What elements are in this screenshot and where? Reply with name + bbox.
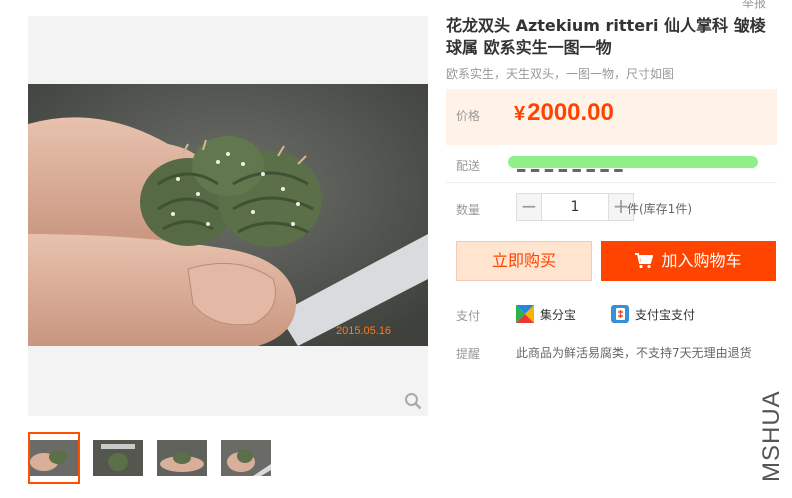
payment-label: 支付 xyxy=(456,309,481,323)
svg-text:MSHUA: MSHUA xyxy=(758,390,785,482)
report-link[interactable]: 举报 xyxy=(742,0,766,11)
jifenbao-icon xyxy=(516,305,534,323)
price-label: 价格 xyxy=(456,109,481,123)
divider xyxy=(446,182,777,183)
quantity-stepper: − 1 + xyxy=(516,193,634,221)
buy-now-button[interactable]: 立即购买 xyxy=(456,241,592,281)
quantity-label: 数量 xyxy=(456,203,481,217)
thumbnail[interactable] xyxy=(220,432,272,484)
payment-method-name: 支付宝支付 xyxy=(635,307,696,322)
price-box: 价格 ¥2000.00 xyxy=(446,89,777,145)
payment-alipay: 支付宝支付 xyxy=(611,305,695,323)
product-photo: 2015.05.16 xyxy=(28,84,428,346)
notice-text: 此商品为鲜活易腐类，不支持7天无理由退货 xyxy=(516,346,752,360)
currency-symbol: ¥ xyxy=(514,103,526,125)
payment-jifenbao: 集分宝 xyxy=(516,305,576,323)
payment-method-name: 集分宝 xyxy=(540,307,577,322)
thumbnail[interactable] xyxy=(28,432,80,484)
add-to-cart-label: 加入购物车 xyxy=(661,251,742,270)
quantity-input[interactable]: 1 xyxy=(542,193,608,221)
main-product-image[interactable]: 2015.05.16 xyxy=(28,16,428,416)
watermark: MSHUA xyxy=(758,390,785,482)
thumbnail-list xyxy=(28,432,272,484)
alipay-icon xyxy=(611,305,629,323)
cart-icon xyxy=(635,253,654,269)
shipping-redaction xyxy=(508,156,758,168)
shipping-label: 配送 xyxy=(456,159,481,173)
notice-label: 提醒 xyxy=(456,347,481,361)
product-subtitle: 欧系实生，天生双头，一图一物，尺寸如图 xyxy=(446,67,675,81)
magnifier-icon[interactable] xyxy=(404,392,422,410)
photo-date-stamp: 2015.05.16 xyxy=(336,325,391,337)
thumbnail[interactable] xyxy=(92,432,144,484)
add-to-cart-button[interactable]: 加入购物车 xyxy=(601,241,776,281)
price-value: ¥2000.00 xyxy=(514,99,614,127)
thumbnail[interactable] xyxy=(156,432,208,484)
stock-info: 件(库存1件) xyxy=(627,202,692,216)
decrease-button[interactable]: − xyxy=(516,193,542,221)
price-amount: 2000.00 xyxy=(527,99,614,126)
product-title: 花龙双头 Aztekium ritteri 仙人掌科 皱棱球属 欧系实生一图一物 xyxy=(446,16,766,57)
